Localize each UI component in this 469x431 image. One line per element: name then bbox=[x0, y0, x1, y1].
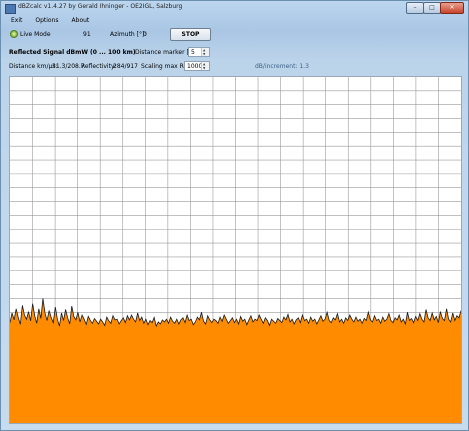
app-window: dBZcalc v1.4.27 by Gerald Ihninger - OE2… bbox=[0, 0, 469, 431]
menu-exit[interactable]: Exit bbox=[3, 15, 27, 26]
reflectivity-value: 284/917 bbox=[113, 63, 138, 70]
distance-marker-spinner[interactable]: 5 ▲ ▼ bbox=[188, 47, 210, 57]
live-counter: 91 bbox=[83, 31, 91, 38]
spin-down-icon[interactable]: ▼ bbox=[203, 53, 205, 56]
chart-canvas bbox=[10, 77, 461, 423]
maximize-button[interactable]: □ bbox=[423, 2, 441, 14]
menu-options[interactable]: Options bbox=[27, 15, 63, 26]
azimuth-label: Azimuth [°]: bbox=[110, 31, 147, 38]
live-mode-label: Live Mode bbox=[20, 31, 51, 38]
window-title: dBZcalc v1.4.27 by Gerald Ihninger - OE2… bbox=[18, 3, 183, 10]
reflected-signal-chart bbox=[9, 76, 462, 424]
app-icon bbox=[5, 4, 16, 14]
stop-button[interactable]: STOP bbox=[170, 28, 211, 41]
signal-heading: Reflected Signal dBmW (0 ... 100 km) bbox=[9, 49, 136, 56]
azimuth-value: 0 bbox=[143, 31, 147, 38]
minimize-button[interactable]: – bbox=[406, 2, 424, 14]
spinner-arrows[interactable]: ▲ ▼ bbox=[201, 48, 209, 56]
maximize-icon: □ bbox=[429, 4, 435, 11]
menu-bar: Exit Options About bbox=[3, 15, 94, 26]
live-status-led-icon bbox=[10, 30, 18, 38]
scaling-spinner[interactable]: 1000 ▲ ▼ bbox=[184, 61, 210, 71]
title-bar[interactable]: dBZcalc v1.4.27 by Gerald Ihninger - OE2… bbox=[1, 1, 468, 15]
menu-about[interactable]: About bbox=[64, 15, 95, 26]
close-icon: ✕ bbox=[449, 4, 455, 11]
reflectivity-label: Reflectivity: bbox=[81, 63, 117, 70]
scaling-spinner-arrows[interactable]: ▲ ▼ bbox=[201, 62, 209, 70]
spin-down-icon[interactable]: ▼ bbox=[203, 67, 205, 70]
distance-marker-value: 5 bbox=[191, 49, 195, 56]
close-button[interactable]: ✕ bbox=[440, 2, 464, 14]
scaling-value: 1000 bbox=[187, 63, 203, 70]
distance-value: 31.3/208.7 bbox=[52, 63, 85, 70]
minimize-icon: – bbox=[413, 4, 417, 11]
distance-label: Distance km/µs: bbox=[9, 63, 58, 70]
db-increment: dB/increment: 1.3 bbox=[255, 63, 309, 70]
